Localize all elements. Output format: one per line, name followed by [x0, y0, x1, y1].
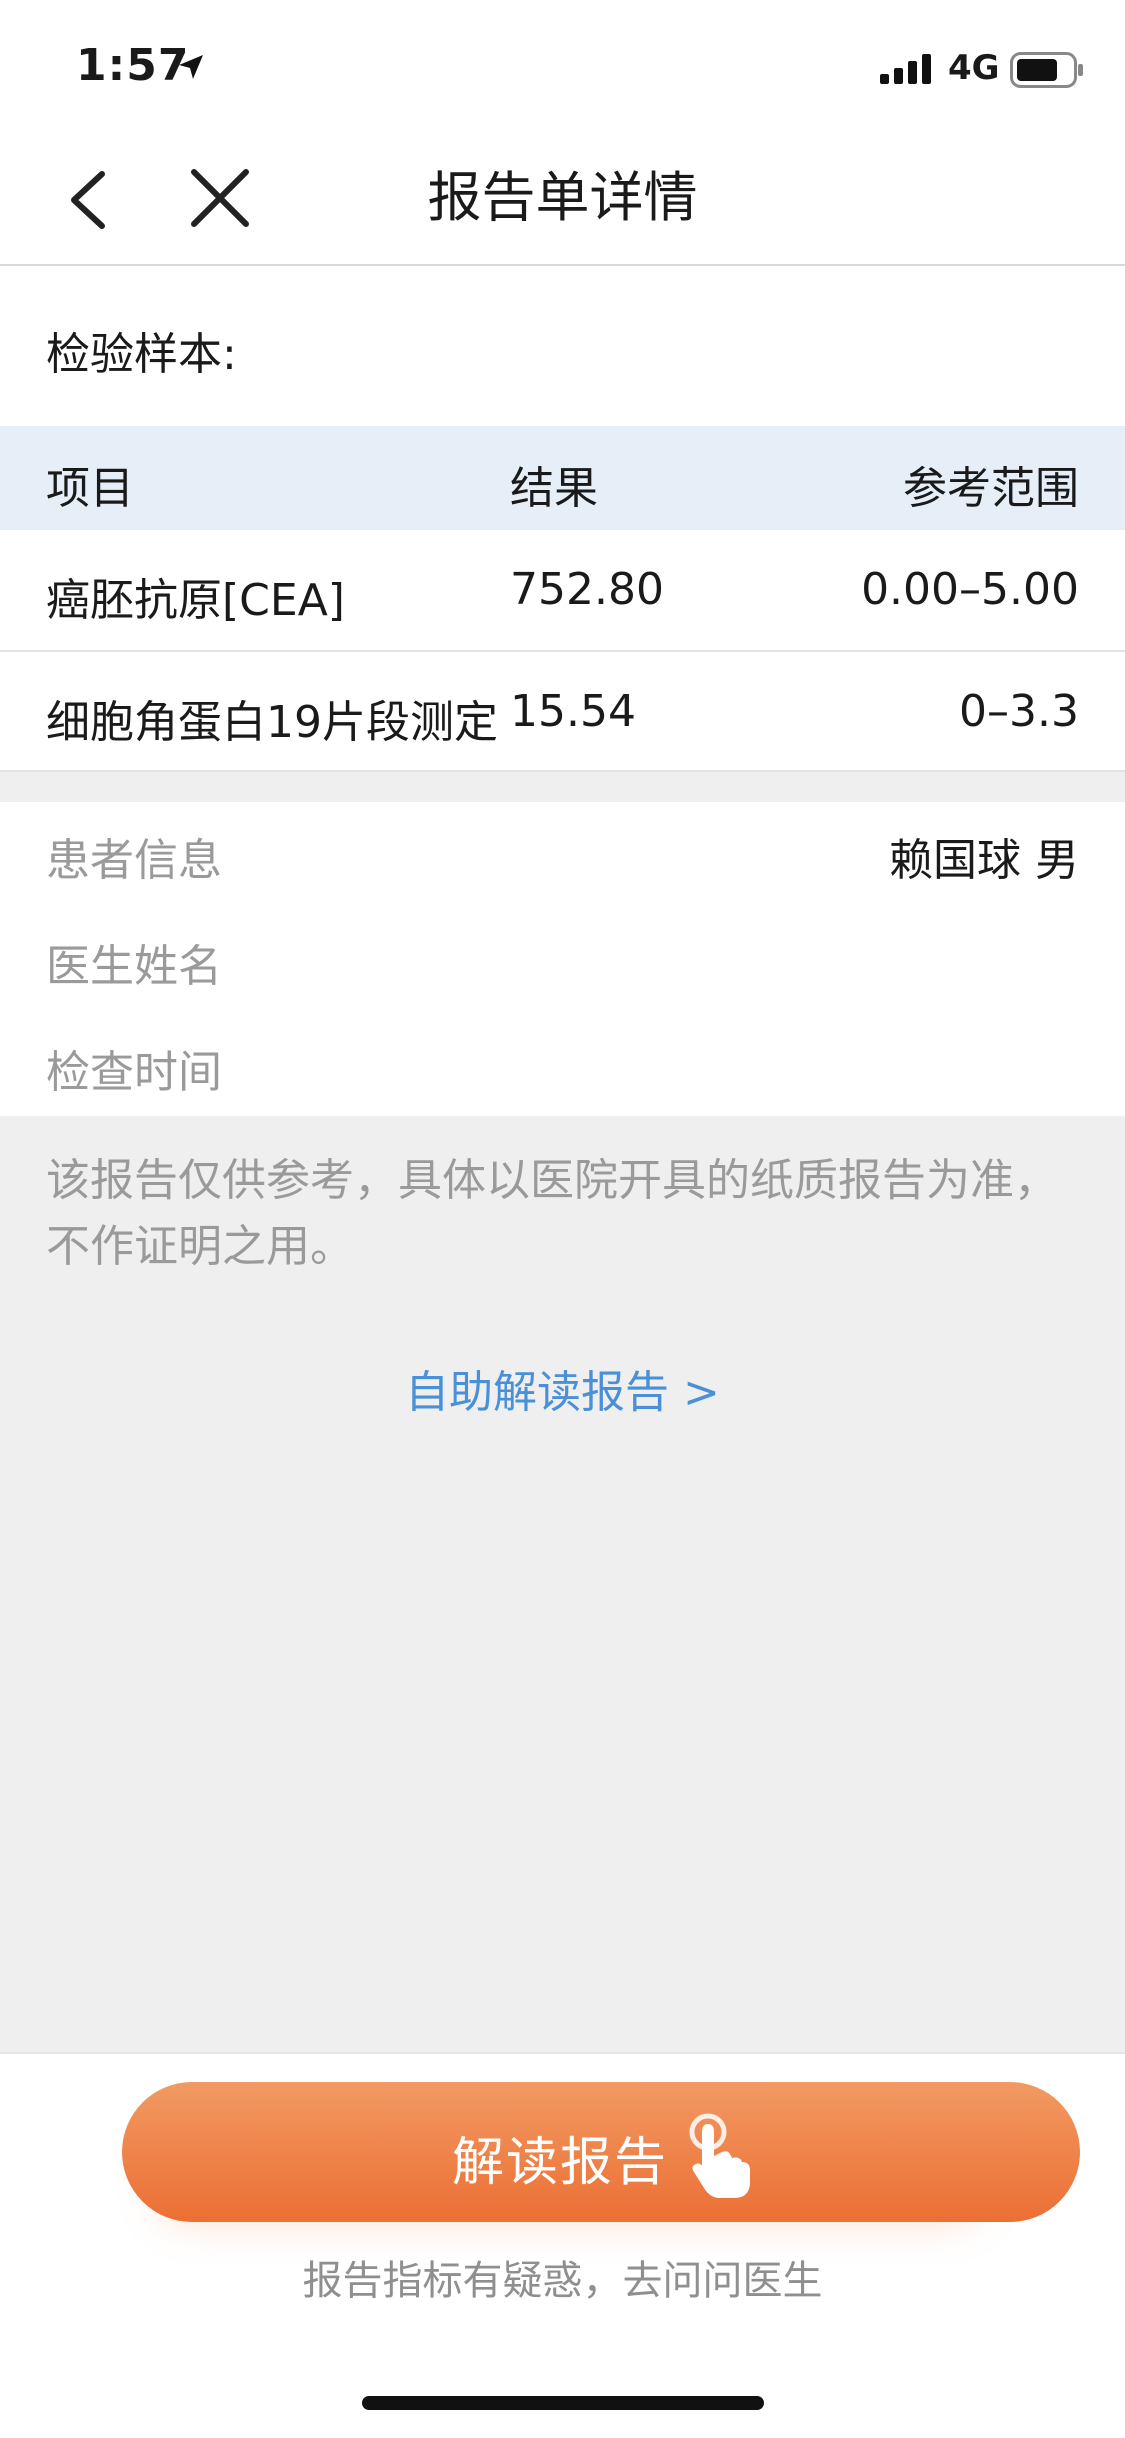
cell-item: 癌胚抗原[CEA]: [46, 575, 345, 626]
tap-hand-icon: [682, 2112, 762, 2206]
cell-item: 细胞角蛋白19片段测定: [46, 697, 498, 748]
nav-bar: 报告单详情: [0, 132, 1125, 266]
self-read-report-link[interactable]: 自助解读报告 >: [0, 1356, 1125, 1420]
cell-reference: 0.00–5.00: [861, 564, 1079, 615]
cell-result: 752.80: [510, 564, 664, 615]
cellular-signal-icon: [880, 52, 936, 88]
location-arrow-icon: [176, 52, 206, 86]
page-title: 报告单详情: [427, 166, 698, 229]
cell-result: 15.54: [510, 686, 636, 737]
network-type: 4G: [948, 48, 1000, 88]
disclaimer-text: 该报告仅供参考，具体以医院开具的纸质报告为准，不作证明之用。: [46, 1155, 1058, 1272]
header-item: 项目: [46, 463, 134, 514]
status-time: 1:57: [76, 40, 190, 91]
sample-label: 检验样本:: [46, 329, 237, 380]
header-result: 结果: [510, 463, 598, 514]
interpret-report-button[interactable]: 解读报告: [122, 2082, 1080, 2222]
patient-info-section: 患者信息 赖国球 男 医生姓名 检查时间: [0, 802, 1125, 1116]
cell-reference: 0–3.3: [959, 686, 1079, 737]
patient-info-value: 赖国球 男: [889, 835, 1079, 886]
exam-time-label: 检查时间: [46, 1047, 222, 1098]
doctor-name-label: 医生姓名: [46, 941, 222, 992]
home-indicator: [362, 2396, 764, 2410]
sample-row: 检验样本:: [0, 266, 1125, 426]
cta-label: 解读报告: [452, 2133, 669, 2193]
cta-subtext: 报告指标有疑惑，去问问医生: [302, 2258, 823, 2304]
patient-info-label: 患者信息: [46, 835, 222, 886]
table-header: 项目 结果 参考范围: [0, 426, 1125, 530]
table-row: 细胞角蛋白19片段测定 15.54 0–3.3: [0, 652, 1125, 772]
battery-icon: [1010, 52, 1084, 92]
status-bar: 1:57 4G: [0, 0, 1125, 132]
header-reference: 参考范围: [903, 463, 1079, 514]
table-row: 癌胚抗原[CEA] 752.80 0.00–5.00: [0, 530, 1125, 652]
